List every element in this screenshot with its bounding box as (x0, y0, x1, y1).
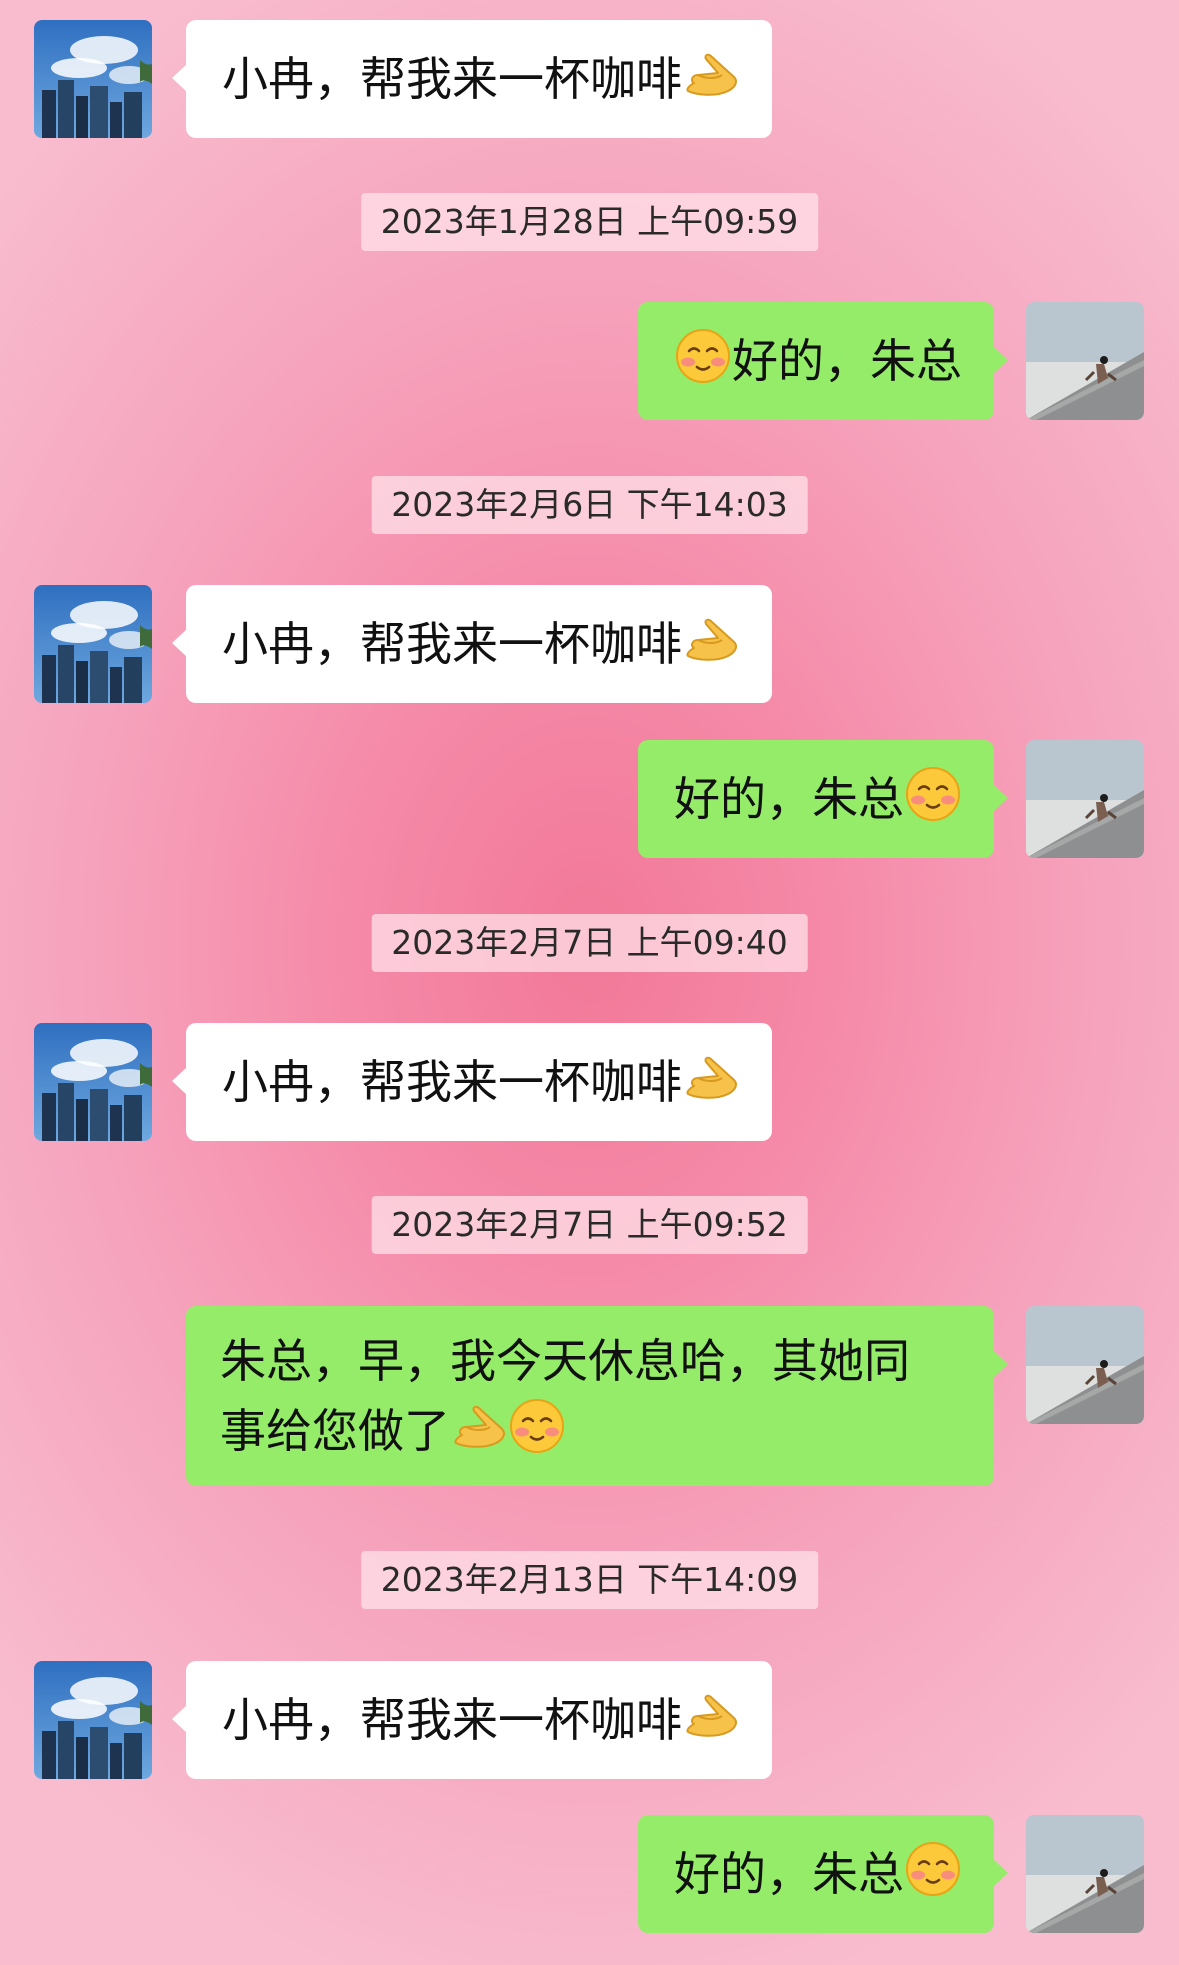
city-skyline-avatar-image (34, 20, 152, 138)
smiling-face-emoji (904, 1840, 962, 1898)
incoming-message-bubble[interactable]: 小冉，帮我来一杯咖啡 (172, 585, 772, 703)
message-text-line: 朱总，早，我今天休息哈，其她同 (220, 1334, 910, 1388)
city-skyline-avatar[interactable] (34, 1661, 152, 1779)
city-skyline-avatar-image (34, 585, 152, 703)
timestamp: 2023年2月6日 下午14:03 (371, 476, 808, 534)
city-skyline-avatar[interactable] (34, 20, 152, 138)
timestamp: 2023年2月7日 上午09:52 (371, 1196, 808, 1254)
stairs-figure-avatar-image (1026, 740, 1144, 858)
outgoing-message-bubble[interactable]: 好的，朱总 (638, 740, 1008, 858)
pinching-hand-emoji (682, 1048, 740, 1106)
stairs-figure-avatar[interactable] (1026, 1815, 1144, 1933)
outgoing-message-bubble[interactable]: 好的，朱总 (638, 1815, 1008, 1933)
incoming-message-bubble[interactable]: 小冉，帮我来一杯咖啡 (172, 1023, 772, 1141)
incoming-message-bubble[interactable]: 小冉，帮我来一杯咖啡 (172, 20, 772, 138)
message-text: 小冉，帮我来一杯咖啡 (222, 1055, 682, 1109)
stairs-figure-avatar[interactable] (1026, 1306, 1144, 1424)
smiling-face-emoji (904, 765, 962, 823)
outgoing-message-bubble[interactable]: 朱总，早，我今天休息哈，其她同 事给您做了 (186, 1306, 1008, 1486)
pinching-hand-emoji (682, 610, 740, 668)
message-text: 小冉，帮我来一杯咖啡 (222, 1693, 682, 1747)
stairs-figure-avatar-image (1026, 1815, 1144, 1933)
smiling-face-emoji (508, 1397, 566, 1455)
timestamp: 2023年1月28日 上午09:59 (360, 193, 819, 251)
incoming-message-bubble[interactable]: 小冉，帮我来一杯咖啡 (172, 1661, 772, 1779)
message-text: 小冉，帮我来一杯咖啡 (222, 617, 682, 671)
stairs-figure-avatar[interactable] (1026, 740, 1144, 858)
pinching-hand-emoji (450, 1397, 508, 1455)
message-text: 好的，朱总 (674, 1847, 904, 1901)
city-skyline-avatar-image (34, 1661, 152, 1779)
message-text-line-2: 事给您做了 (220, 1396, 958, 1466)
message-text: 事给您做了 (220, 1404, 450, 1458)
chat-screen: 小冉，帮我来一杯咖啡 2023年1月28日 上午09:59 好的，朱总 2023… (0, 0, 1179, 1965)
pinching-hand-emoji (682, 45, 740, 103)
message-text: 小冉，帮我来一杯咖啡 (222, 52, 682, 106)
pinching-hand-emoji (682, 1686, 740, 1744)
timestamp: 2023年2月7日 上午09:40 (371, 914, 808, 972)
timestamp: 2023年2月13日 下午14:09 (360, 1551, 819, 1609)
outgoing-message-bubble[interactable]: 好的，朱总 (638, 302, 1008, 420)
stairs-figure-avatar-image (1026, 302, 1144, 420)
message-text: 好的，朱总 (674, 772, 904, 826)
stairs-figure-avatar[interactable] (1026, 302, 1144, 420)
city-skyline-avatar[interactable] (34, 585, 152, 703)
message-text: 好的，朱总 (732, 334, 962, 388)
city-skyline-avatar-image (34, 1023, 152, 1141)
smiling-face-emoji (674, 327, 732, 385)
city-skyline-avatar[interactable] (34, 1023, 152, 1141)
stairs-figure-avatar-image (1026, 1306, 1144, 1424)
